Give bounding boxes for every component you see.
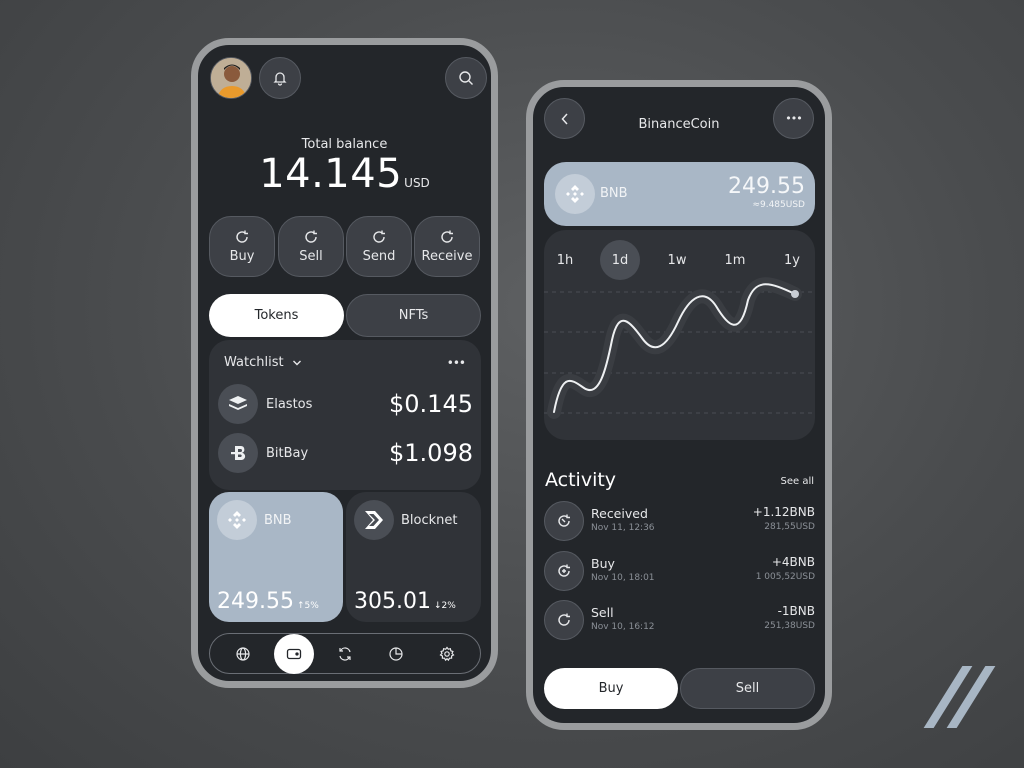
activity-row[interactable]: Buy Nov 10, 18:01 +4BNB 1 005,52USD (544, 551, 815, 593)
activity-row[interactable]: Sell Nov 10, 16:12 -1BNB 251,38USD (544, 600, 815, 642)
tab-tokens[interactable]: Tokens (209, 294, 344, 337)
tile-name: BNB (264, 513, 292, 528)
refresh-icon (305, 230, 317, 243)
coin-price: $1.098 (389, 439, 473, 467)
sell-action-label: Sell (299, 249, 323, 264)
nav-wallet[interactable] (274, 633, 315, 674)
buy-action-label: Buy (229, 249, 255, 264)
activity-name: Buy (591, 556, 615, 571)
send-action-button[interactable]: Send (346, 216, 412, 277)
nav-explore[interactable] (223, 634, 263, 674)
brand-logo (923, 666, 996, 728)
activity-amount: +1.12BNB (752, 505, 815, 519)
coin-name: BNB (600, 186, 628, 201)
receive-icon (544, 501, 584, 541)
nav-exchange[interactable] (325, 634, 365, 674)
tile-value: 249.55 (217, 589, 294, 614)
tile-value-row: 305.01 ↓2% (354, 589, 456, 614)
pie-chart-icon (389, 646, 403, 661)
coin-detail-phone-screen: BinanceCoin ••• BNB 249.55 ≈9.485USD 1h … (526, 80, 832, 730)
activity-date: Nov 10, 16:12 (591, 622, 655, 632)
nav-portfolio[interactable] (376, 634, 416, 674)
coin-summary-card: BNB 249.55 ≈9.485USD (544, 162, 815, 226)
watchlist-title: Watchlist (224, 355, 284, 370)
total-balance-value: 14.145 (259, 151, 403, 197)
price-line-chart (544, 277, 815, 419)
blocknet-icon (354, 500, 394, 540)
activity-amount: +4BNB (771, 555, 815, 569)
watchlist-card: Watchlist ••• Elastos $0.145 BitBay $1.0… (209, 340, 481, 490)
coin-name: Elastos (266, 396, 313, 412)
bnb-icon (555, 174, 595, 214)
notifications-button[interactable] (259, 57, 301, 99)
buy-icon (544, 551, 584, 591)
watchlist-dropdown[interactable]: Watchlist (224, 355, 302, 370)
bell-icon (273, 72, 287, 86)
tile-change: ↑5% (296, 601, 319, 611)
nav-settings[interactable] (427, 634, 467, 674)
see-all-link[interactable]: See all (780, 476, 814, 487)
chevron-down-icon (292, 360, 301, 365)
buy-button[interactable]: Buy (544, 668, 678, 709)
sell-button[interactable]: Sell (680, 668, 815, 709)
settings-icon (439, 646, 455, 661)
receive-action-button[interactable]: Receive (414, 216, 480, 277)
wallet-phone-screen: Total balance 14.145 USD Buy Sell Send R… (191, 38, 498, 688)
search-icon (459, 71, 473, 85)
activity-name: Received (591, 506, 648, 521)
blocknet-tile[interactable]: Blocknet 305.01 ↓2% (346, 492, 481, 622)
total-balance-unit: USD (404, 176, 430, 190)
watchlist-more-button[interactable]: ••• (447, 356, 466, 370)
refresh-icon (236, 230, 248, 243)
activity-date: Nov 11, 12:36 (591, 523, 655, 533)
coin-price: $0.145 (389, 390, 473, 418)
list-item[interactable]: Elastos $0.145 (218, 384, 473, 424)
activity-usd: 251,38USD (764, 621, 815, 631)
wallet-icon (287, 648, 302, 659)
tile-name: Blocknet (401, 513, 458, 528)
activity-date: Nov 10, 18:01 (591, 573, 655, 583)
logo-slash-2 (946, 666, 996, 728)
activity-amount: -1BNB (777, 604, 815, 618)
activity-row[interactable]: Received Nov 11, 12:36 +1.12BNB 281,55US… (544, 501, 815, 543)
send-action-label: Send (362, 249, 396, 264)
bnb-icon (217, 500, 257, 540)
coin-name: BitBay (266, 445, 309, 461)
total-balance-label: Total balance (301, 137, 388, 152)
bottom-nav (209, 633, 481, 674)
more-dots: ••• (785, 112, 802, 125)
total-balance: 14.145 USD (198, 151, 491, 197)
more-options-button[interactable]: ••• (773, 98, 814, 139)
refresh-icon (373, 230, 385, 243)
globe-icon (236, 646, 250, 661)
exchange-icon (339, 646, 351, 661)
coin-value: 249.55 (728, 174, 805, 199)
tile-value-row: 249.55 ↑5% (217, 589, 319, 614)
tile-value: 305.01 (354, 589, 431, 614)
tab-nfts[interactable]: NFTs (346, 294, 481, 337)
elastos-icon (218, 384, 258, 424)
sell-action-button[interactable]: Sell (278, 216, 344, 277)
activity-usd: 1 005,52USD (755, 572, 815, 582)
coin-usd-value: ≈9.485USD (752, 200, 805, 210)
activity-usd: 281,55USD (764, 522, 815, 532)
activity-name: Sell (591, 605, 614, 620)
list-item[interactable]: BitBay $1.098 (218, 433, 473, 473)
bitbay-icon (218, 433, 258, 473)
sell-icon (544, 600, 584, 640)
search-button[interactable] (445, 57, 487, 99)
price-end-point (791, 290, 799, 298)
avatar[interactable] (210, 57, 252, 99)
receive-action-label: Receive (421, 249, 473, 264)
tile-change: ↓2% (433, 601, 456, 611)
price-chart-card: 1h 1d 1w 1m 1y (544, 230, 815, 440)
buy-action-button[interactable]: Buy (209, 216, 275, 277)
refresh-icon (441, 230, 453, 243)
activity-title: Activity (545, 469, 617, 491)
bnb-tile[interactable]: BNB 249.55 ↑5% (209, 492, 343, 622)
